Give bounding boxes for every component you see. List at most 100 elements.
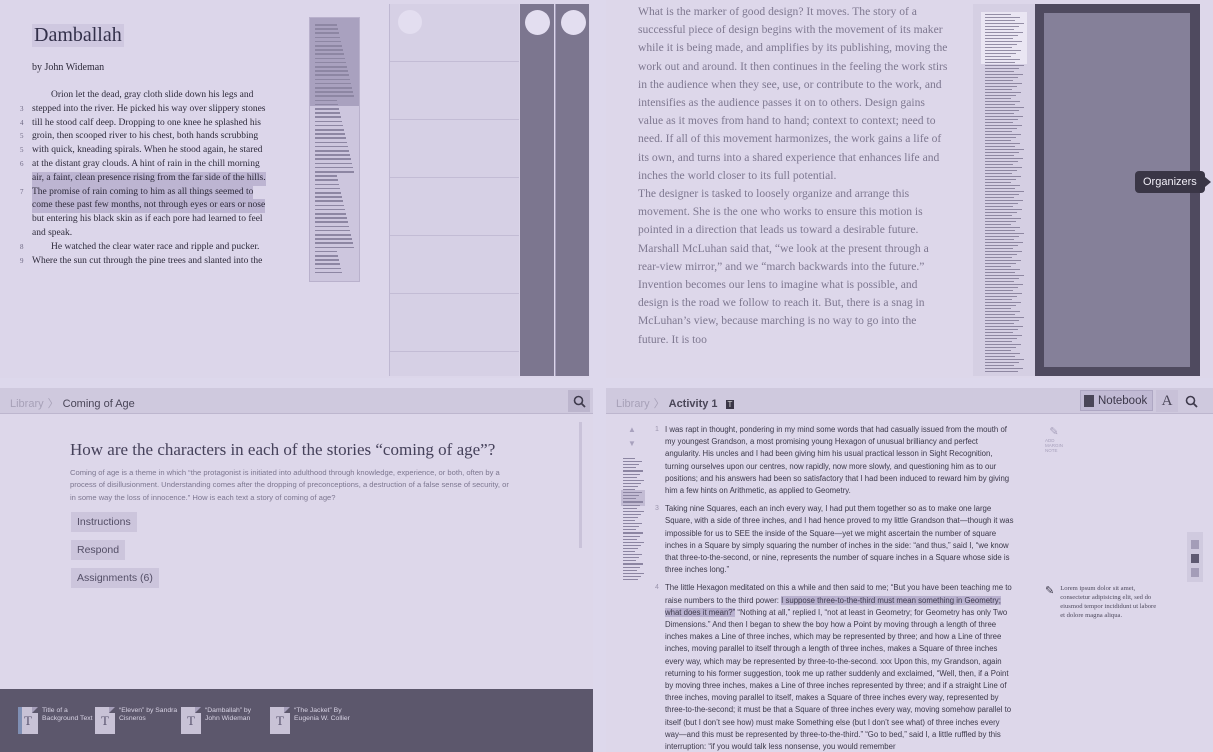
thumbnail-line [985, 329, 1018, 331]
paragraph: What is the marker of good design? It mo… [638, 5, 948, 182]
scrollbar[interactable] [579, 422, 582, 548]
tray-item-caption: Title of a Background Text [42, 707, 93, 722]
page-up-icon[interactable]: ▲ [628, 425, 636, 434]
search-button[interactable] [1180, 390, 1202, 412]
design-text[interactable]: What is the marker of good design? It mo… [638, 3, 948, 349]
font-size-button[interactable]: A [1156, 390, 1178, 412]
tray-item[interactable]: T “Eleven” by Sandra Cisneros [95, 707, 179, 734]
thumbnail-line [985, 155, 1014, 157]
story-line: 5 groin, then scooped river to his chest,… [20, 130, 290, 144]
rail-marker[interactable] [1191, 554, 1199, 563]
thumbnail-line [315, 133, 345, 135]
breadcrumb-library[interactable]: Library [10, 398, 44, 410]
thumbnail-line [985, 17, 1020, 19]
thumbnail-line [985, 74, 1023, 76]
story-line: 8 He watched the clear water race and ri… [20, 241, 290, 255]
notebook-button[interactable]: Notebook [1080, 390, 1154, 411]
thumbnail-line [985, 50, 1021, 52]
panel-list [389, 4, 519, 376]
page-thumbnail[interactable] [973, 4, 1035, 376]
thumbnail-line [985, 251, 1022, 253]
page-thumbnail[interactable] [309, 17, 360, 282]
page-down-icon[interactable]: ▼ [628, 439, 636, 448]
line-number: 4 [20, 118, 24, 127]
paragraph-number: 4 [655, 584, 659, 592]
thumbnail-line [623, 495, 639, 497]
thumbnail-line [315, 150, 349, 152]
line-number: 8 [20, 242, 24, 251]
chevron-right-icon: 〉 [47, 398, 59, 410]
thumbnail-line [315, 154, 350, 156]
assignment-pane: Library 〉 Coming of Age How are the charac… [0, 388, 593, 752]
thumbnail-line [623, 544, 641, 546]
side-rail[interactable] [1187, 532, 1203, 582]
thumbnail-line [985, 104, 1015, 106]
thumbnail-line [985, 275, 1024, 277]
margin-note[interactable]: ✎ Lorem ipsum dolor sit amet, consectetu… [1045, 584, 1160, 620]
document-icon: T [270, 707, 290, 734]
breadcrumb: Library 〉 Activity 1 T [616, 395, 735, 411]
thumbnail-line [985, 113, 1014, 115]
pencil-icon: ✎ [1045, 585, 1055, 597]
breadcrumb-library[interactable]: Library [616, 398, 650, 410]
thumbnail-line [315, 158, 351, 160]
thumbnail-line [623, 563, 643, 565]
thumbnail-line [985, 203, 1018, 205]
line-text: with quick, kneading spirals. When he st… [32, 145, 263, 156]
thumbnail-line [315, 129, 344, 131]
thumbnail-line [985, 263, 1016, 265]
rail-marker[interactable] [1191, 540, 1199, 549]
instructions-button[interactable]: Instructions [71, 512, 137, 532]
circle-icon [561, 10, 586, 35]
tray-item[interactable]: T “Damballah” by John Wideman [181, 707, 265, 734]
thumbnail-line [315, 171, 354, 173]
thumbnail-line [985, 161, 1018, 163]
thumbnail-line [985, 338, 1017, 340]
tray-item[interactable]: T Title of a Background Text [18, 707, 102, 734]
thumbnail-line [985, 62, 1015, 64]
line-number [20, 199, 32, 213]
thumbnail-line [985, 287, 1018, 289]
line-text: till he stood calf deep. Dropping to one… [32, 117, 262, 128]
panel-row[interactable] [390, 120, 519, 178]
thumbnail-line [315, 204, 344, 207]
page-minimap[interactable] [621, 456, 645, 584]
thumbnail-line [315, 242, 353, 244]
tray-item[interactable]: T “The Jacket” By Eugenia W. Collier [270, 707, 354, 734]
rail-marker[interactable] [1191, 568, 1199, 577]
thumbnail-line [985, 305, 1016, 307]
thumbnail-line [623, 547, 638, 550]
notebook-icon [1084, 394, 1094, 407]
thumbnail-line [985, 176, 1021, 178]
panel-row[interactable] [390, 294, 519, 352]
thumbnail-line [985, 218, 1021, 220]
panel-row[interactable] [390, 178, 519, 236]
thumbnail-line [623, 498, 636, 500]
thumbnail-line [985, 128, 1017, 130]
line-text: Where the sun cut through the pine trees… [32, 255, 263, 266]
thumbnail-line [985, 257, 1012, 259]
line-text: The promise of rain coming to him as all… [32, 185, 254, 200]
assignments-button[interactable]: Assignments (6) [71, 568, 159, 588]
add-note-icon[interactable]: ✎ [1045, 425, 1063, 438]
thumbnail-line [985, 77, 1018, 79]
side-strip[interactable] [555, 4, 589, 376]
thumbnail-line [315, 91, 353, 93]
panel-row[interactable] [390, 236, 519, 294]
panel-row[interactable] [390, 62, 519, 120]
search-button[interactable] [568, 390, 590, 412]
thumbnail-line [315, 57, 345, 60]
thumbnail-line [985, 326, 1023, 328]
thumbnail-line [315, 87, 352, 89]
side-strip[interactable] [520, 4, 554, 376]
respond-button[interactable]: Respond [71, 540, 126, 560]
thumbnail-line [985, 137, 1016, 139]
story-line: air, a faint, clean presence rising from… [20, 171, 290, 186]
panel-row[interactable] [390, 4, 519, 62]
reading-text[interactable]: 1 I was rapt in thought, pondering in my … [655, 424, 1015, 752]
thumbnail-line [985, 185, 1020, 187]
thumbnail-line [623, 470, 643, 472]
thumbnail-line [985, 98, 1011, 100]
story-text[interactable]: Orion let the dead, gray cloth slide dow… [20, 89, 290, 268]
thumbnail-line [985, 224, 1011, 226]
